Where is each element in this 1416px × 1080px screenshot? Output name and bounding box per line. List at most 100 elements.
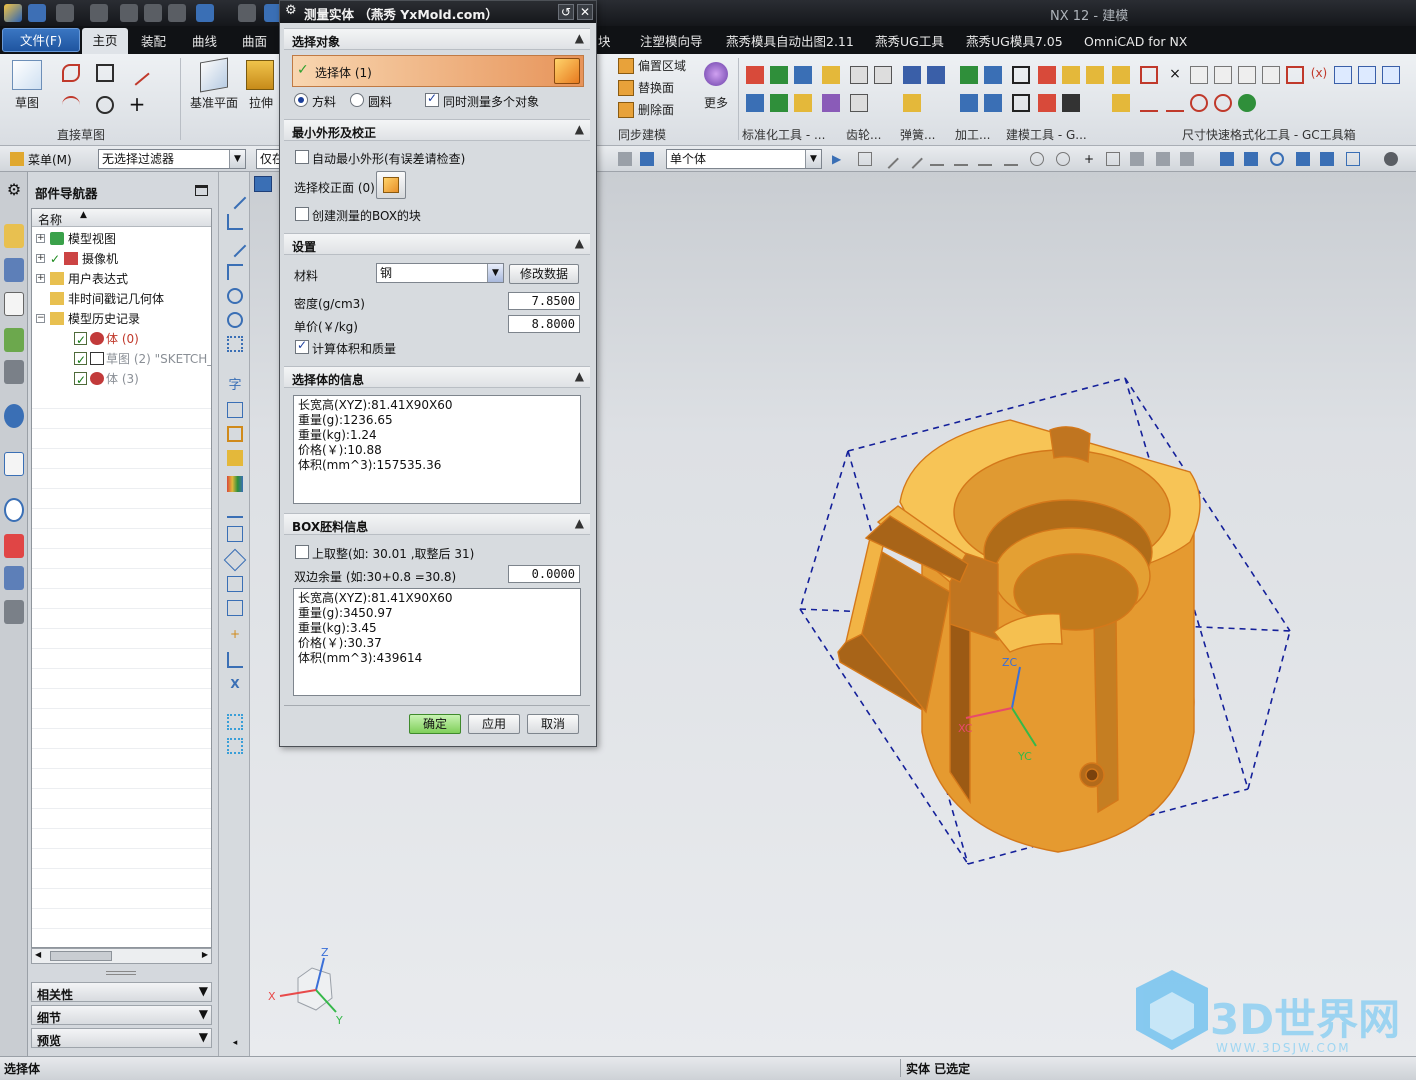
standard-part-icon[interactable] [794, 66, 812, 84]
tab-omnicad[interactable]: OmniCAD for NX [1084, 31, 1187, 53]
scroll-left-icon[interactable]: ◀ [35, 950, 41, 959]
type-filter-select[interactable]: 无选择过滤器 ▼ [98, 149, 246, 169]
history-palette-icon[interactable] [4, 452, 24, 476]
snap-point-icon[interactable]: ▶ [832, 152, 846, 166]
redo-icon[interactable] [90, 4, 108, 22]
view-tool-icon[interactable] [227, 576, 243, 592]
view-icon[interactable] [1296, 152, 1310, 166]
offset-region-label[interactable]: 偏置区域 [638, 57, 686, 74]
select-face-button[interactable] [376, 171, 406, 199]
visibility-checkbox[interactable] [74, 370, 87, 390]
tab-surface[interactable]: 曲面 [242, 31, 267, 53]
tree-item-unused-geometry[interactable]: 非时间戳记几何体 [32, 289, 211, 309]
mold-tool-icon[interactable] [1038, 66, 1056, 84]
measure-tool-icon[interactable] [227, 502, 243, 518]
view-icon[interactable] [1220, 152, 1234, 166]
standard-part-icon[interactable] [770, 94, 788, 112]
dimension-icon[interactable] [1112, 94, 1130, 112]
chevron-up-icon[interactable]: ▲ [575, 122, 584, 136]
window-icon[interactable] [196, 4, 214, 22]
menu-button[interactable]: 菜单(M) [28, 151, 72, 168]
snap-point-icon[interactable] [1056, 152, 1070, 166]
tree-item-cameras[interactable]: + ✓ 摄像机 [32, 249, 211, 269]
chevron-down-icon[interactable]: ▼ [199, 984, 208, 998]
dimension-icon[interactable] [1382, 66, 1400, 84]
snap-point-icon[interactable] [978, 152, 992, 166]
view-icon[interactable] [1320, 152, 1334, 166]
sketch-icon[interactable] [12, 60, 42, 90]
spring-icon[interactable] [927, 66, 945, 84]
dimension-icon[interactable] [1214, 94, 1232, 112]
create-box-checkbox[interactable] [295, 207, 309, 221]
mold-tool-icon[interactable] [1012, 94, 1030, 112]
mold-tool-icon[interactable] [1086, 66, 1104, 84]
dialog-title-bar[interactable]: ⚙ 测量实体 （燕秀 YxMold.com） ↺ ✕ [280, 1, 596, 23]
dimension-icon[interactable] [1190, 66, 1208, 84]
dimension-icon[interactable] [1166, 94, 1184, 112]
body-icon[interactable] [640, 152, 654, 166]
machining-icon[interactable] [960, 66, 978, 84]
part-navigator-icon[interactable] [4, 292, 24, 316]
section-details[interactable]: 细节 ▼ [31, 1005, 212, 1025]
collapse-icon[interactable]: − [36, 314, 45, 323]
line-tool-icon[interactable] [223, 234, 247, 258]
tree-item-model-history[interactable]: − 模型历史记录 [32, 309, 211, 329]
chevron-up-icon[interactable]: ▲ [575, 369, 584, 383]
sketch-button-label[interactable]: 草图 [15, 94, 39, 111]
cut-icon[interactable] [120, 4, 138, 22]
offset-region-icon[interactable] [618, 58, 634, 74]
reuse-library-icon[interactable] [4, 328, 24, 352]
gear-icon[interactable] [874, 66, 892, 84]
view-tool-icon[interactable] [227, 600, 243, 616]
dimension-icon[interactable] [1214, 66, 1232, 84]
tab-mold-wizard[interactable]: 注塑模向导 [640, 31, 703, 53]
snap-point-icon[interactable] [1156, 152, 1170, 166]
horizontal-scrollbar[interactable]: ◀ ▶ [31, 948, 212, 964]
process-studio-icon[interactable] [4, 600, 24, 624]
calc-volume-mass-checkbox[interactable] [295, 338, 309, 354]
scroll-right-icon[interactable]: ▶ [202, 950, 208, 959]
tab-yx-ug-mold[interactable]: 燕秀UG模具7.05 [966, 31, 1063, 53]
dimension-icon[interactable] [1238, 66, 1256, 84]
snap-point-icon[interactable] [1130, 152, 1144, 166]
mold-tool-icon[interactable] [1012, 66, 1030, 84]
hd3d-icon[interactable] [4, 360, 24, 384]
tab-file[interactable]: 文件(F) [2, 28, 80, 52]
extrude-label[interactable]: 拉伸 [249, 94, 273, 111]
datum-plane-label[interactable]: 基准平面 [190, 94, 238, 111]
datum-plane-icon[interactable] [200, 57, 228, 93]
section-body-info[interactable]: 选择体的信息 ▲ [284, 366, 590, 388]
dimension-icon[interactable]: (x) [1310, 66, 1328, 84]
render-style-icon[interactable] [1384, 152, 1398, 166]
snap-point-icon[interactable]: + [1082, 152, 1096, 166]
section-settings[interactable]: 设置 ▲ [284, 233, 590, 255]
unit-price-input[interactable]: 8.8000 [508, 315, 580, 333]
snap-point-icon[interactable] [1180, 152, 1194, 166]
replace-face-label[interactable]: 替换面 [638, 79, 674, 96]
snap-point-icon[interactable] [930, 152, 944, 166]
angle-tool-icon[interactable] [227, 214, 243, 230]
point-icon[interactable]: + [128, 94, 146, 114]
auto-min-shape-checkbox[interactable] [295, 150, 309, 164]
material-select[interactable]: 钢 ▼ [376, 263, 504, 283]
mold-tool-icon[interactable] [1062, 66, 1080, 84]
switch-window-icon[interactable] [238, 4, 256, 22]
section-dependencies[interactable]: 相关性 ▼ [31, 982, 212, 1002]
standard-part-icon[interactable] [770, 66, 788, 84]
dimension-icon[interactable] [1262, 66, 1280, 84]
grid-tool-icon[interactable] [227, 336, 243, 352]
gear-icon[interactable] [850, 66, 868, 84]
ok-button[interactable]: 确定 [409, 714, 461, 734]
tab-curve[interactable]: 曲线 [192, 31, 217, 53]
select-body-cube-icon[interactable] [554, 58, 580, 84]
save-icon[interactable] [28, 4, 46, 22]
section-min-shape[interactable]: 最小外形及校正 ▲ [284, 119, 590, 141]
chevron-down-icon[interactable]: ▼ [199, 1007, 208, 1021]
dimension-icon[interactable] [1334, 66, 1352, 84]
dimension-icon[interactable] [1286, 66, 1304, 84]
assembly-navigator-icon[interactable] [4, 224, 24, 248]
box-tool-icon[interactable] [227, 450, 243, 466]
tree-item-expressions[interactable]: + 用户表达式 [32, 269, 211, 289]
delete-face-icon[interactable] [618, 102, 634, 118]
copy-icon[interactable] [144, 4, 162, 22]
